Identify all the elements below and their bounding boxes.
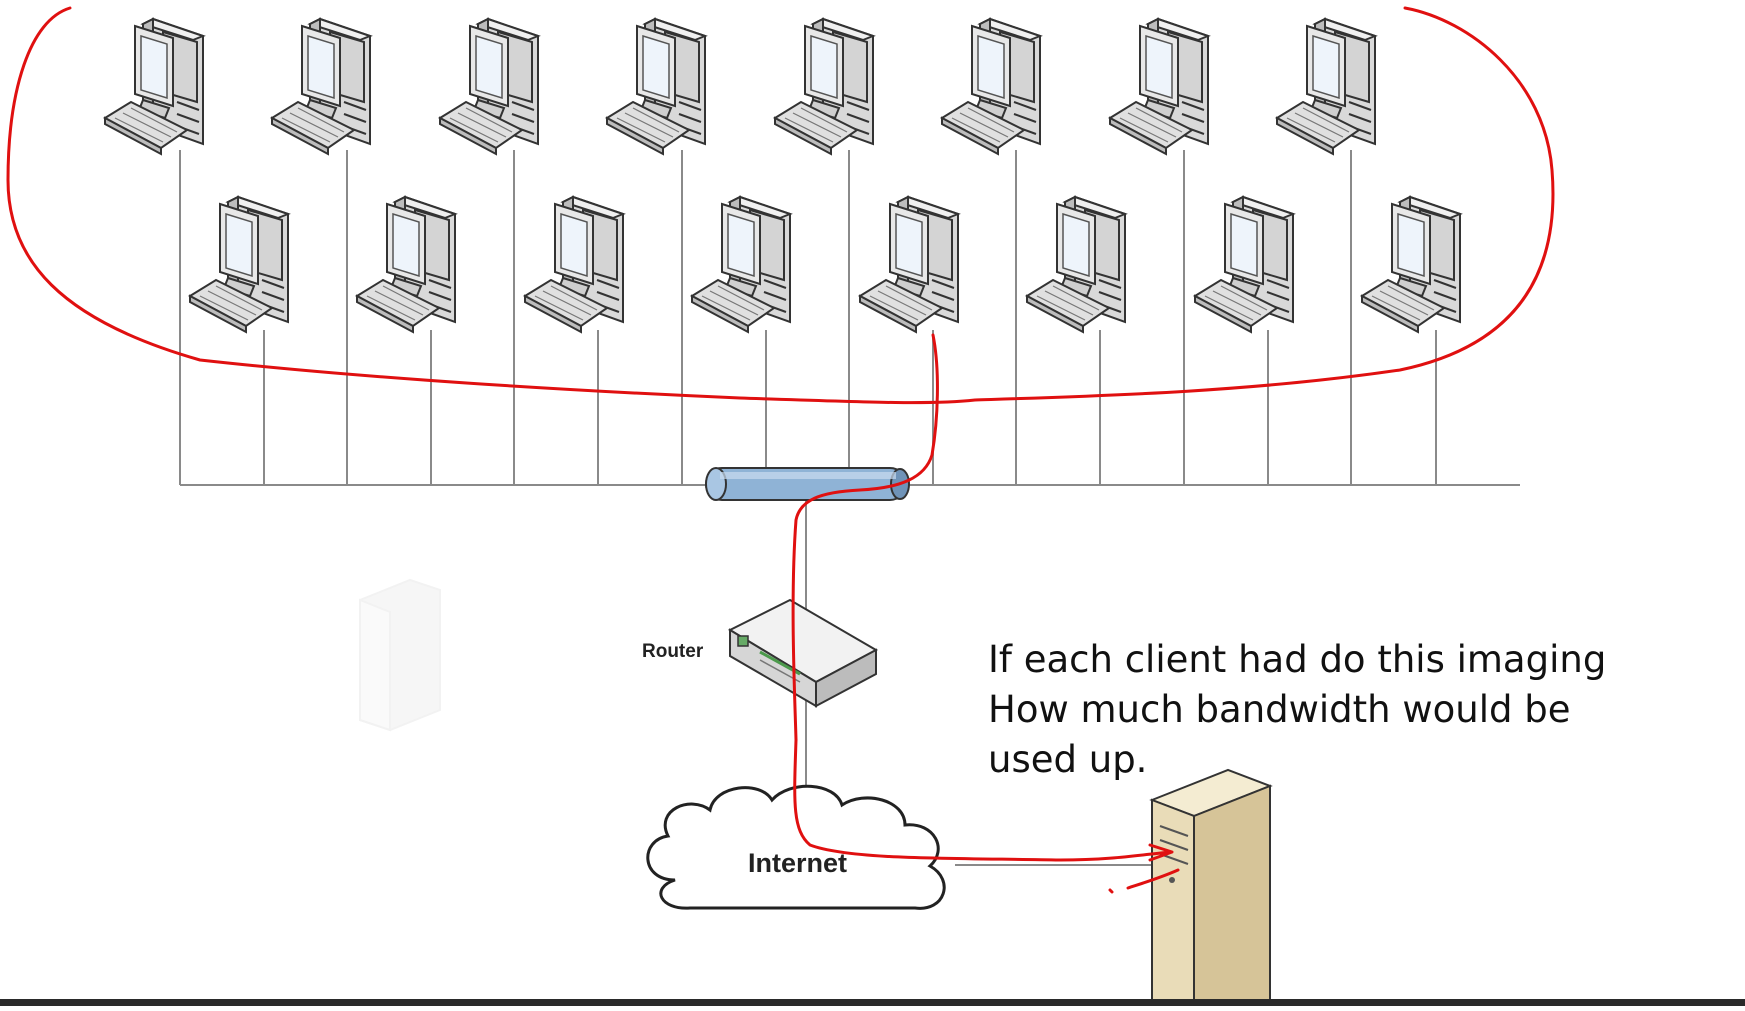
faint-server-watermark — [359, 578, 441, 732]
workstation-icon — [439, 18, 539, 155]
workstation-icon — [104, 18, 204, 155]
workstation-icon — [356, 196, 456, 333]
router-icon — [727, 598, 879, 708]
workstation-icon — [1109, 18, 1209, 155]
server-icon — [1149, 768, 1273, 1001]
workstation-icon — [189, 196, 289, 333]
workstation-icon — [271, 18, 371, 155]
workstation-icon — [1361, 196, 1461, 333]
client-row-top — [104, 18, 1376, 155]
workstation-icon — [1276, 18, 1376, 155]
workstation-icon — [524, 196, 624, 333]
note-line-1: If each client had do this imaging — [988, 638, 1606, 681]
workstation-icon — [941, 18, 1041, 155]
workstation-icon — [606, 18, 706, 155]
network-diagram: Router Internet If each client had do th… — [0, 0, 1745, 1006]
workstation-icon — [1026, 196, 1126, 333]
client-row-bottom — [189, 196, 1461, 333]
router-label: Router — [642, 641, 704, 662]
backbone — [179, 150, 1520, 866]
note-line-3: used up. — [988, 738, 1147, 781]
hub-icon — [705, 467, 910, 501]
workstation-icon — [691, 196, 791, 333]
workstation-icon — [774, 18, 874, 155]
annotation-note: If each client had do this imaging How m… — [988, 638, 1606, 781]
workstation-icon — [1194, 196, 1294, 333]
note-line-2: How much bandwidth would be — [988, 688, 1571, 731]
workstation-icon — [859, 196, 959, 333]
bottom-bar — [0, 999, 1745, 1006]
internet-label: Internet — [748, 848, 847, 878]
